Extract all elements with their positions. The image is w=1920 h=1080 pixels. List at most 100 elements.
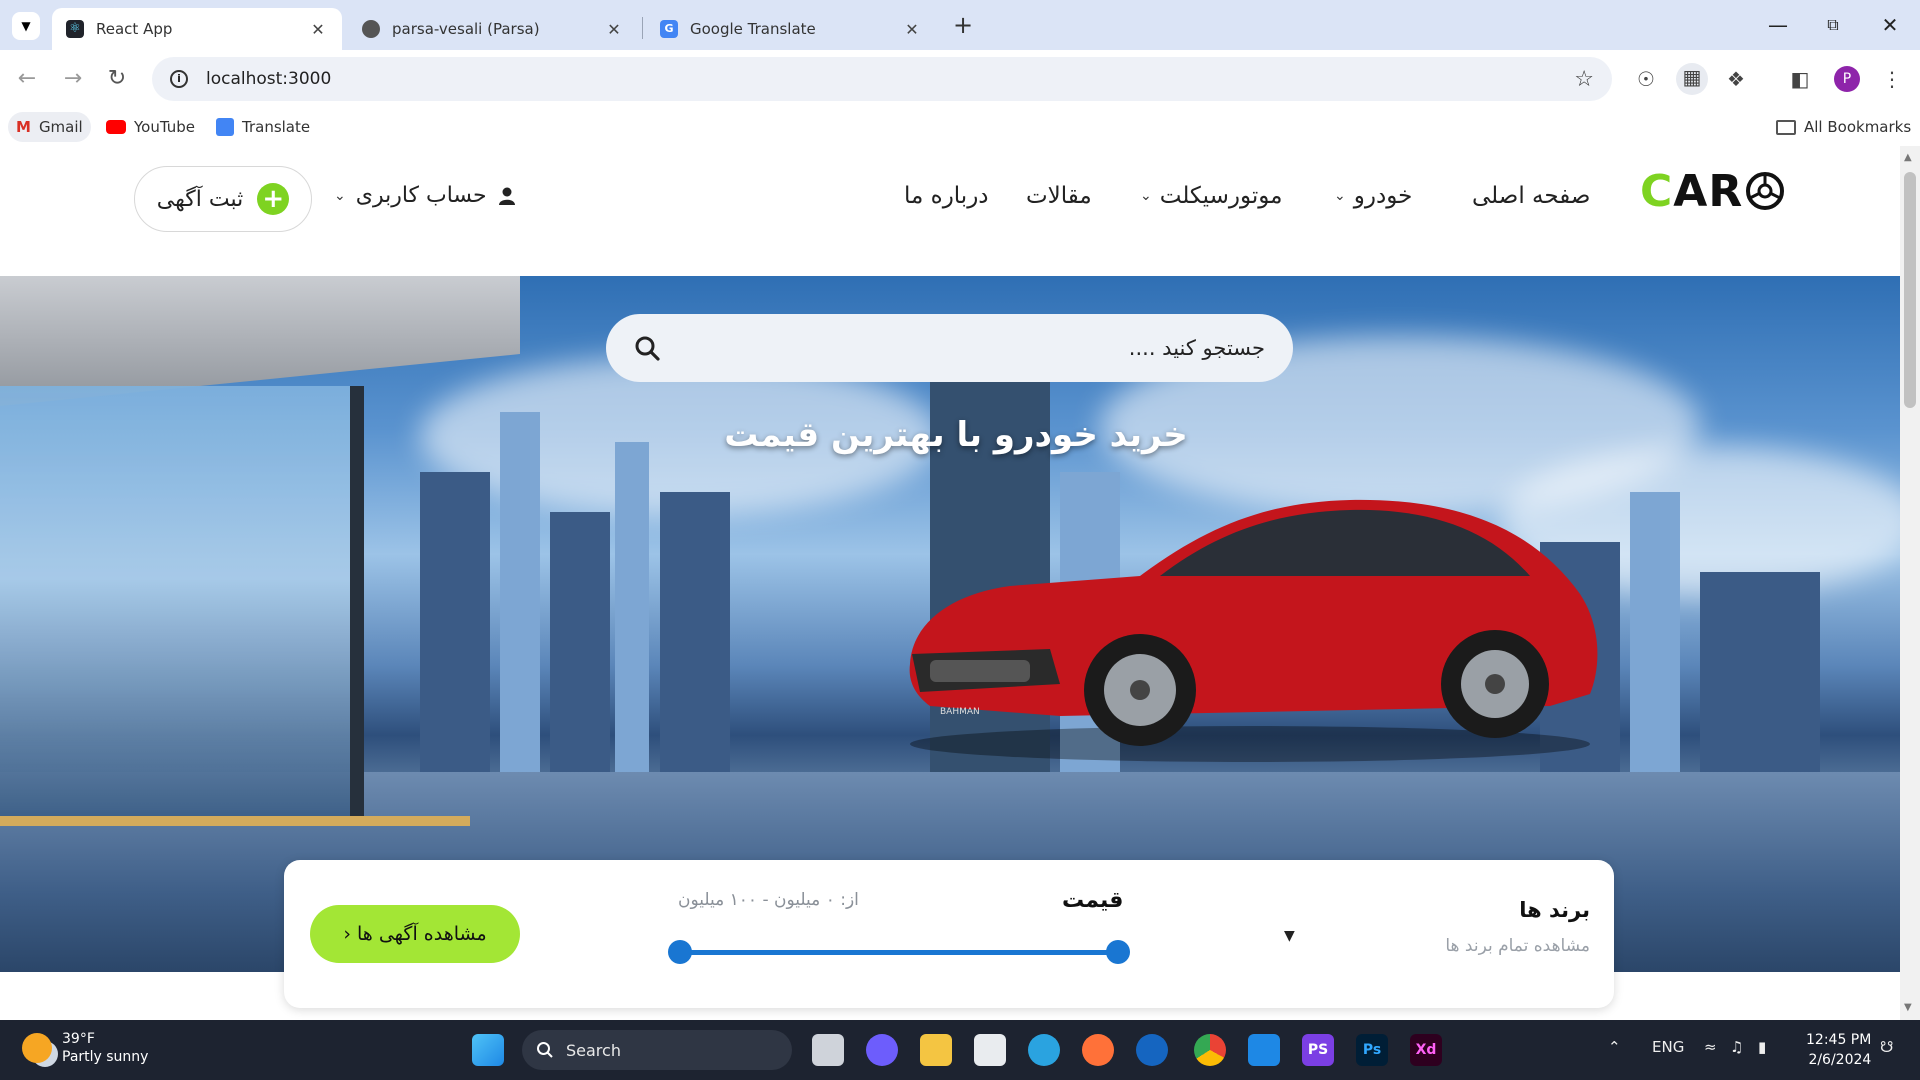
- scroll-down-arrow[interactable]: ▼: [1904, 1002, 1912, 1013]
- price-range-text: از: ۰ میلیون - ۱۰۰ میلیون: [678, 890, 859, 910]
- chevron-down-icon: ⌄: [1334, 188, 1346, 204]
- post-ad-label: ثبت آگهی: [156, 186, 244, 212]
- nav-label: درباره ما: [904, 183, 989, 209]
- address-text[interactable]: localhost:3000: [206, 69, 331, 89]
- phpstorm-icon[interactable]: PS: [1302, 1034, 1334, 1066]
- tab-search-dropdown[interactable]: ▼: [12, 12, 40, 40]
- taskbar-search[interactable]: Search: [522, 1030, 792, 1070]
- user-account-menu[interactable]: حساب کاربری ⌄: [334, 183, 517, 208]
- close-icon[interactable]: ✕: [308, 20, 328, 39]
- volume-icon[interactable]: ♫: [1730, 1038, 1743, 1056]
- battery-icon[interactable]: ▮: [1758, 1038, 1766, 1056]
- search-filter-card: برند ها مشاهده تمام برند ها ▼ قیمت از: ۰…: [284, 860, 1614, 1008]
- new-tab-button[interactable]: +: [948, 10, 978, 40]
- building-shape: [660, 492, 730, 772]
- user-icon: [498, 187, 515, 205]
- page-scrollbar[interactable]: ▲ ▼: [1900, 146, 1920, 1020]
- minimize-icon[interactable]: —: [1760, 11, 1796, 39]
- price-slider-min-thumb[interactable]: [668, 940, 692, 964]
- nav-home[interactable]: صفحه اصلی: [1472, 183, 1590, 209]
- restore-icon[interactable]: ⧉: [1815, 11, 1851, 39]
- close-icon[interactable]: ✕: [604, 20, 624, 39]
- nav-motorcycle[interactable]: موتورسیکلت ⌄: [1140, 183, 1282, 209]
- building-shape: [1630, 492, 1680, 772]
- search-icon[interactable]: [634, 335, 660, 361]
- weather-widget[interactable]: 39°F Partly sunny: [22, 1030, 148, 1066]
- price-slider-track[interactable]: [680, 950, 1118, 955]
- tab-google-translate[interactable]: G Google Translate ✕: [646, 8, 936, 50]
- steering-wheel-icon: [1746, 172, 1785, 210]
- view-ads-button[interactable]: مشاهده آگهی ها ‹: [310, 905, 520, 963]
- bookmarks-bar: M Gmail YouTube Translate All Bookmarks: [0, 108, 1920, 146]
- back-icon[interactable]: ←: [10, 62, 44, 96]
- site-header: C AR صفحه اصلی خودرو ⌄ موتورسیکلت ⌄ مقال…: [0, 146, 1900, 276]
- forward-icon[interactable]: →: [56, 62, 90, 96]
- show-hidden-icons[interactable]: ⌃: [1608, 1038, 1621, 1056]
- plus-icon: +: [257, 183, 290, 215]
- nav-label: موتورسیکلت: [1159, 183, 1283, 209]
- car-logo[interactable]: C AR: [1640, 166, 1785, 217]
- bookmark-translate[interactable]: Translate: [208, 112, 318, 142]
- store-icon[interactable]: [974, 1034, 1006, 1066]
- adobe-xd-icon[interactable]: Xd: [1410, 1034, 1442, 1066]
- all-bookmarks[interactable]: All Bookmarks: [1768, 112, 1919, 142]
- browser-menu-icon[interactable]: ⋮: [1878, 65, 1906, 93]
- tab-github[interactable]: parsa-vesali (Parsa) ✕: [348, 8, 638, 50]
- vscode-icon[interactable]: [1248, 1034, 1280, 1066]
- windows-start-icon[interactable]: [472, 1034, 504, 1066]
- building-shape: [420, 472, 490, 772]
- meet-icon[interactable]: [866, 1034, 898, 1066]
- nav-articles[interactable]: مقالات: [1026, 183, 1092, 209]
- hero-title: خرید خودرو با بهترین قیمت: [724, 415, 1188, 455]
- extension-box-icon[interactable]: ▦: [1676, 63, 1708, 95]
- brands-title[interactable]: برند ها: [1519, 898, 1590, 922]
- chrome-icon[interactable]: [1194, 1034, 1226, 1066]
- tab-label: React App: [96, 20, 173, 38]
- hero-search-bar[interactable]: جستجو کنید ....: [606, 314, 1293, 382]
- search-input[interactable]: جستجو کنید ....: [660, 336, 1265, 360]
- taskbar-clock[interactable]: 12:45 PM 2/6/2024: [1806, 1030, 1871, 1070]
- red-suv-image: BAHMAN: [909, 499, 1598, 762]
- car-badge: BAHMAN: [940, 707, 980, 717]
- close-icon[interactable]: ✕: [902, 20, 922, 39]
- tab-separator: [642, 17, 643, 39]
- profile-avatar[interactable]: P: [1834, 66, 1860, 92]
- scroll-thumb[interactable]: [1904, 172, 1916, 408]
- bookmark-gmail[interactable]: M Gmail: [8, 112, 91, 142]
- task-view-icon[interactable]: [812, 1034, 844, 1066]
- reload-icon[interactable]: ↻: [100, 62, 134, 96]
- brands-dropdown-icon[interactable]: ▼: [1284, 928, 1295, 944]
- photoshop-icon[interactable]: Ps: [1356, 1034, 1388, 1066]
- browser-toolbar: ← → ↻ i localhost:3000 ☆ ☉ ▦ ❖ ◧ P ⋮: [0, 50, 1920, 108]
- bookmark-youtube[interactable]: YouTube: [98, 112, 203, 142]
- wifi-icon[interactable]: ≈: [1704, 1038, 1717, 1056]
- extensions-puzzle-icon[interactable]: ❖: [1722, 65, 1750, 93]
- github-icon: [362, 20, 380, 38]
- nav-label: خودرو: [1353, 183, 1413, 209]
- post-ad-button[interactable]: + ثبت آگهی: [134, 166, 312, 232]
- translate-icon: G: [660, 20, 678, 38]
- scroll-up-arrow[interactable]: ▲: [1904, 152, 1912, 163]
- brands-subtitle[interactable]: مشاهده تمام برند ها: [1445, 936, 1590, 956]
- tab-react-app[interactable]: ⚛ React App ✕: [52, 8, 342, 50]
- site-info-icon[interactable]: i: [170, 70, 188, 88]
- nav-car[interactable]: خودرو ⌄: [1334, 183, 1412, 209]
- shield-extension-icon[interactable]: ☉: [1632, 65, 1660, 93]
- tab-label: parsa-vesali (Parsa): [392, 20, 540, 38]
- nav-about[interactable]: درباره ما: [904, 183, 989, 209]
- file-explorer-icon[interactable]: [920, 1034, 952, 1066]
- building-shape: [615, 442, 649, 772]
- window-close-icon[interactable]: ✕: [1872, 11, 1908, 39]
- bookmark-star-icon[interactable]: ☆: [1574, 67, 1594, 92]
- side-panel-icon[interactable]: ◧: [1786, 65, 1814, 93]
- price-slider-max-thumb[interactable]: [1106, 940, 1130, 964]
- telegram-icon[interactable]: [1028, 1034, 1060, 1066]
- chevron-down-icon: ⌄: [334, 187, 346, 204]
- react-icon: ⚛: [66, 20, 84, 38]
- language-indicator[interactable]: ENG: [1652, 1038, 1684, 1056]
- notification-bell-icon[interactable]: ☋: [1880, 1038, 1893, 1056]
- address-bar[interactable]: i localhost:3000 ☆: [152, 57, 1612, 101]
- firefox-dev-icon[interactable]: [1136, 1034, 1168, 1066]
- firefox-icon[interactable]: [1082, 1034, 1114, 1066]
- windows-taskbar: 39°F Partly sunny Search PS Ps Xd ⌃ ENG …: [0, 1020, 1920, 1080]
